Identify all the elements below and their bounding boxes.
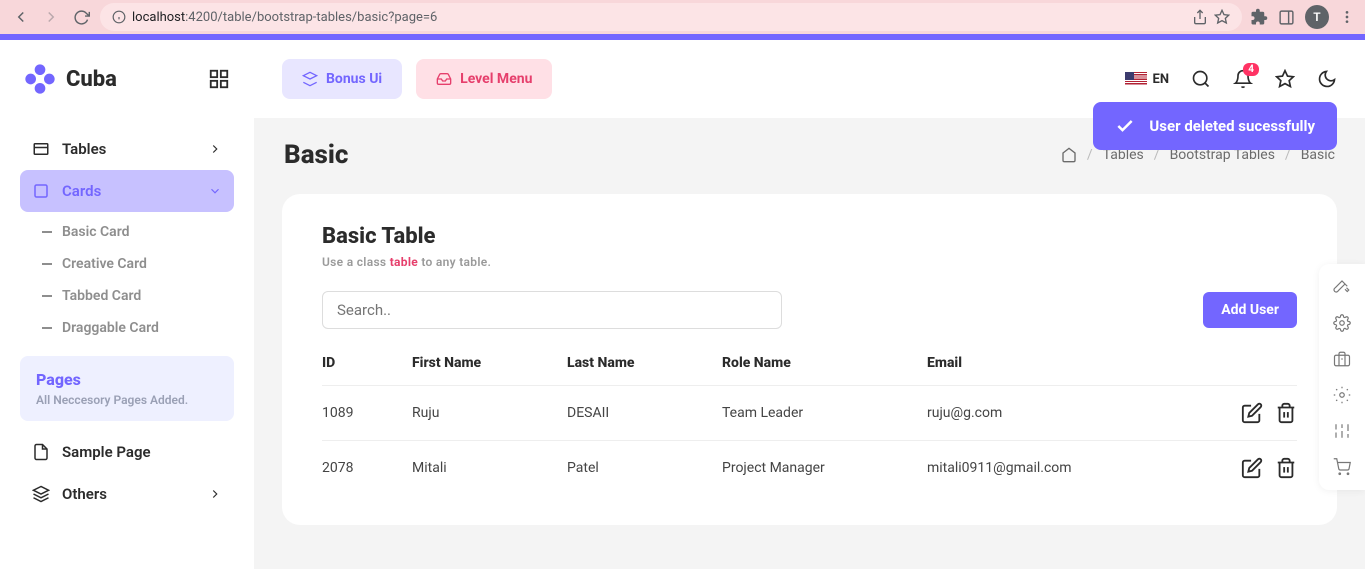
delete-icon[interactable] [1275, 457, 1297, 479]
toast: User deleted sucessfully [1093, 102, 1337, 150]
col-last: Last Name [567, 355, 722, 371]
page-title: Basic [284, 140, 348, 170]
cards-icon [32, 182, 50, 200]
panel-icon[interactable] [1278, 9, 1295, 26]
pages-sub: All Neccesory Pages Added. [36, 393, 218, 407]
menu-icon[interactable] [1339, 9, 1355, 25]
search-input[interactable] [322, 291, 782, 329]
file-icon [32, 443, 50, 461]
col-first: First Name [412, 355, 567, 371]
layers-icon [32, 485, 50, 503]
col-id: ID [322, 355, 412, 371]
edit-icon[interactable] [1241, 402, 1263, 424]
reload-icon[interactable] [70, 6, 92, 28]
bell-icon[interactable]: 4 [1233, 69, 1253, 89]
col-email: Email [927, 355, 1197, 371]
sub-creative-card[interactable]: Creative Card [32, 248, 234, 280]
chevron-right-icon [208, 142, 222, 156]
home-icon[interactable] [1061, 147, 1077, 163]
bonus-ui-button[interactable]: Bonus Ui [282, 59, 402, 99]
sub-basic-card[interactable]: Basic Card [32, 216, 234, 248]
bell-badge: 4 [1243, 63, 1259, 76]
pages-title: Pages [36, 370, 218, 389]
search-icon[interactable] [1191, 69, 1211, 89]
star-icon[interactable] [1214, 9, 1230, 25]
inbox-icon [436, 71, 452, 87]
pages-block: Pages All Neccesory Pages Added. [20, 356, 234, 421]
briefcase-icon[interactable] [1333, 350, 1351, 368]
check-icon [1115, 116, 1135, 136]
language-switch[interactable]: EN [1125, 72, 1170, 87]
favorite-icon[interactable] [1275, 69, 1295, 89]
customizer-panel [1319, 264, 1365, 490]
gear-icon[interactable] [1333, 314, 1351, 332]
sub-draggable-card[interactable]: Draggable Card [32, 312, 234, 344]
cards-sublist: Basic Card Creative Card Tabbed Card Dra… [32, 216, 234, 344]
level-menu-button[interactable]: Level Menu [416, 59, 552, 99]
brand-logo-icon [24, 63, 56, 95]
url-host: localhost:4200/table/bootstrap-tables/ba… [132, 10, 437, 25]
sidebar-header: Cuba [0, 40, 254, 118]
brand[interactable]: Cuba [24, 63, 117, 95]
forward-icon[interactable] [40, 6, 62, 28]
nav-tables[interactable]: Tables [20, 128, 234, 170]
table-row: 2078 Mitali Patel Project Manager mitali… [322, 441, 1297, 495]
nav-sample-page[interactable]: Sample Page [20, 431, 234, 473]
url-bar[interactable]: localhost:4200/table/bootstrap-tables/ba… [100, 3, 1242, 31]
info-icon [112, 10, 126, 24]
layers-icon [302, 71, 318, 87]
table-row: 1089 Ruju DESAII Team Leader ruju@g.com [322, 386, 1297, 441]
extensions-icon[interactable] [1250, 8, 1268, 26]
sidebar: Cuba Tables Cards Basic Card Creative Ca… [0, 40, 254, 569]
flag-us-icon [1125, 72, 1147, 86]
card: Basic Table Use a class table to any tab… [282, 194, 1337, 525]
sidebar-nav: Tables Cards Basic Card Creative Card Ta… [0, 118, 254, 535]
col-role: Role Name [722, 355, 927, 371]
tables-icon [32, 140, 50, 158]
delete-icon[interactable] [1275, 402, 1297, 424]
add-user-button[interactable]: Add User [1203, 292, 1297, 328]
edit-icon[interactable] [1241, 457, 1263, 479]
nav-cards[interactable]: Cards [20, 170, 234, 212]
card-title: Basic Table [322, 224, 1297, 249]
profile-avatar[interactable]: T [1305, 5, 1329, 29]
chevron-down-icon [208, 184, 222, 198]
grid-icon[interactable] [208, 68, 230, 90]
browser-bar: localhost:4200/table/bootstrap-tables/ba… [0, 0, 1365, 34]
sliders-icon[interactable] [1333, 422, 1351, 440]
main: Bonus Ui Level Menu EN 4 User deleted su… [254, 40, 1365, 569]
cart-icon[interactable] [1333, 458, 1351, 476]
share-icon[interactable] [1192, 9, 1208, 25]
theme-icon[interactable] [1317, 69, 1337, 89]
sub-tabbed-card[interactable]: Tabbed Card [32, 280, 234, 312]
gear-icon[interactable] [1333, 386, 1351, 404]
paint-icon[interactable] [1333, 278, 1351, 296]
toast-text: User deleted sucessfully [1149, 117, 1315, 135]
back-icon[interactable] [10, 6, 32, 28]
nav-others[interactable]: Others [20, 473, 234, 515]
brand-name: Cuba [66, 67, 117, 92]
table-header: ID First Name Last Name Role Name Email [322, 329, 1297, 386]
chevron-right-icon [208, 487, 222, 501]
card-desc: Use a class table to any table. [322, 255, 1297, 269]
